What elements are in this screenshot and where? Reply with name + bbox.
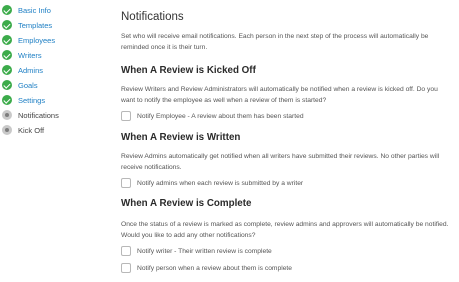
step-admins[interactable]: Admins — [2, 63, 43, 77]
section-description-written: Review Admins automatically get notified… — [121, 153, 440, 171]
notify-writer-complete-option[interactable]: Notify writer - Their written review is … — [121, 245, 272, 257]
notify-admins-submitted-option[interactable]: Notify admins when each review is submit… — [121, 177, 303, 189]
notify-writer-complete-checkbox[interactable] — [121, 246, 131, 256]
notify-person-complete-option[interactable]: Notify person when a review about them i… — [121, 262, 292, 274]
notify-admins-submitted-checkbox[interactable] — [121, 178, 131, 188]
section-description-complete: Once the status of a review is marked as… — [121, 221, 449, 239]
check-circle-icon — [2, 20, 12, 30]
notify-employee-started-option[interactable]: Notify Employee - A review about them ha… — [121, 110, 304, 122]
section-heading-complete: When A Review is Complete — [121, 198, 252, 209]
check-circle-icon — [2, 80, 12, 90]
notify-employee-started-checkbox[interactable] — [121, 111, 131, 121]
wizard-sidebar: Basic Info Templates Employees Writers A… — [0, 0, 112, 282]
step-basic-info[interactable]: Basic Info — [2, 3, 51, 17]
step-goals[interactable]: Goals — [2, 78, 38, 92]
step-notifications[interactable]: Notifications — [2, 108, 59, 122]
check-circle-icon — [2, 35, 12, 45]
step-writers[interactable]: Writers — [2, 48, 42, 62]
step-label: Basic Info — [18, 5, 51, 15]
check-circle-icon — [2, 95, 12, 105]
step-label: Templates — [18, 20, 53, 30]
step-label: Kick Off — [18, 125, 45, 135]
step-kick-off[interactable]: Kick Off — [2, 123, 44, 137]
step-settings[interactable]: Settings — [2, 93, 45, 107]
check-circle-icon — [2, 65, 12, 75]
step-label: Admins — [18, 65, 44, 75]
check-circle-icon — [2, 50, 12, 60]
radio-dot-icon — [2, 125, 12, 135]
step-label: Settings — [18, 95, 46, 105]
checkbox-label: Notify person when a review about them i… — [137, 264, 293, 272]
check-circle-icon — [2, 5, 12, 15]
step-templates[interactable]: Templates — [2, 18, 52, 32]
radio-dot-icon — [2, 110, 12, 120]
section-heading-kicked-off: When A Review is Kicked Off — [121, 65, 256, 76]
page-title: Notifications — [121, 11, 184, 23]
notify-person-complete-checkbox[interactable] — [121, 263, 131, 273]
step-employees[interactable]: Employees — [2, 33, 55, 47]
step-label: Employees — [18, 35, 56, 45]
section-heading-written: When A Review is Written — [121, 132, 241, 143]
intro-text: Set who will receive email notifications… — [121, 33, 429, 51]
step-label: Goals — [18, 80, 38, 90]
step-label: Notifications — [18, 110, 59, 120]
checkbox-label: Notify writer - Their written review is … — [137, 247, 272, 255]
checkbox-label: Notify admins when each review is submit… — [137, 179, 304, 187]
section-description-kicked-off: Review Writers and Review Administrators… — [121, 86, 438, 104]
checkbox-label: Notify Employee - A review about them ha… — [137, 112, 304, 120]
step-label: Writers — [18, 50, 42, 60]
